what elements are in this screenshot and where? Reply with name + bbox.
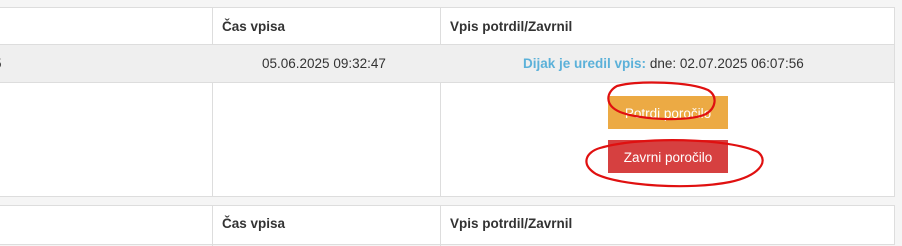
annotation-overlay <box>585 81 764 188</box>
annotation-circle-close <box>585 139 764 188</box>
annotation-circle-confirm <box>607 81 716 121</box>
